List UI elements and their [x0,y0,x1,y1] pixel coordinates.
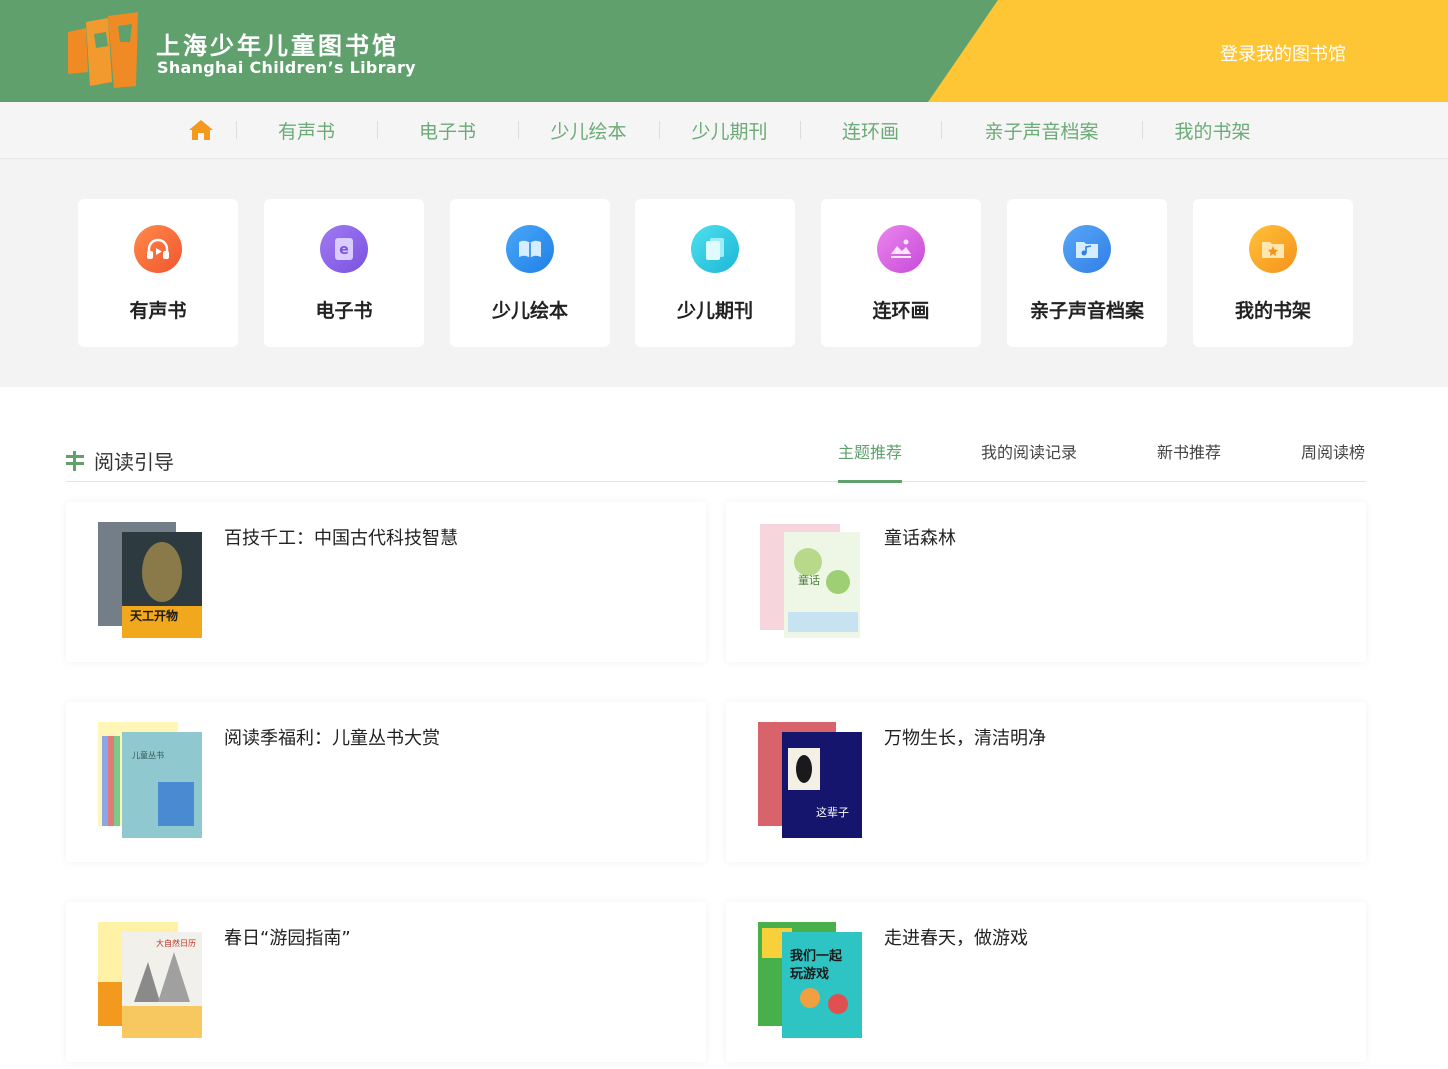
category-label: 少儿绘本 [491,300,568,322]
theme-card-title: 童话森林 [884,528,956,549]
svg-text:玩游戏: 玩游戏 [790,966,829,982]
ebook-icon: e [320,225,368,273]
site-header: 上海少年儿童图书馆 Shanghai Children’s Library 登录… [0,0,1448,102]
tab-reading-history[interactable]: 我的阅读记录 [981,439,1077,463]
category-label: 亲子声音档案 [1029,300,1144,322]
category-label: 电子书 [315,300,373,322]
journal-icon [691,225,739,273]
theme-card-title: 阅读季福利：儿童丛书大赏 [224,728,440,749]
svg-text:天工开物: 天工开物 [130,608,178,623]
tiangong-kaiwu-cover[interactable]: 天工开物 [98,522,202,638]
category-card-ebooks[interactable]: e 电子书 [264,199,424,347]
nav-item-my-shelf[interactable]: 我的书架 [1143,117,1283,144]
category-card-audiobooks[interactable]: 有声书 [78,199,238,347]
category-label: 有声书 [129,300,187,322]
active-tab-indicator [838,480,902,483]
reading-guide-header: 阅读引导 主题推荐 我的阅读记录 新书推荐 周阅读榜 [66,430,1366,483]
category-card-comics[interactable]: 连环画 [821,199,981,347]
headphones-icon [134,225,182,273]
nav-home[interactable] [166,119,236,141]
open-book-icon [506,225,554,273]
theme-card[interactable]: 这辈子 万物生长，清洁明净 [726,702,1366,862]
leaf-book-cover[interactable]: 这辈子 [758,722,862,838]
nav-item-ebooks[interactable]: 电子书 [378,117,518,144]
category-card-family-audio[interactable]: 亲子声音档案 [1007,199,1167,347]
svg-text:大自然日历: 大自然日历 [156,938,196,948]
svg-text:这辈子: 这辈子 [816,805,849,819]
home-icon [188,120,213,140]
category-label: 我的书架 [1234,300,1311,322]
category-label: 少儿期刊 [676,300,753,322]
tab-weekly-ranking[interactable]: 周阅读榜 [1301,439,1365,463]
picture-icon [877,225,925,273]
fairy-tale-cover[interactable]: 童话 [758,522,862,638]
nav-item-family-audio[interactable]: 亲子声音档案 [942,117,1142,144]
library-logo-icon[interactable] [64,12,140,90]
theme-card-title: 万物生长，清洁明净 [884,728,1046,749]
theme-card[interactable]: 天工开物 百技千工：中国古代科技智慧 [66,502,706,662]
category-card-my-shelf[interactable]: 我的书架 [1193,199,1353,347]
section-title: 阅读引导 [66,446,174,475]
category-label: 连环画 [872,300,930,322]
section-marker-icon [66,450,84,471]
audio-folder-icon [1063,225,1111,273]
star-folder-icon [1249,225,1297,273]
category-card-periodicals[interactable]: 少儿期刊 [635,199,795,347]
nav-item-picture-books[interactable]: 少儿绘本 [519,117,659,144]
theme-card-title: 百技千工：中国古代科技智慧 [224,528,458,549]
theme-card-title: 春日“游园指南” [224,928,351,949]
tab-theme-recommend[interactable]: 主题推荐 [838,439,902,463]
svg-text:童话: 童话 [798,573,820,587]
category-section: 有声书 e 电子书 少儿绘本 少儿期刊 连环画 亲子声音档案 我的书架 [0,159,1448,387]
svg-text:儿童丛书: 儿童丛书 [132,750,164,760]
main-nav: 有声书 电子书 少儿绘本 少儿期刊 连环画 亲子声音档案 我的书架 [0,102,1448,159]
header-yellow-panel [928,0,1448,102]
theme-card[interactable]: 童话 童话森林 [726,502,1366,662]
brand-name-en: Shanghai Children’s Library [157,58,416,77]
tab-new-books[interactable]: 新书推荐 [1157,439,1221,463]
nav-item-comics[interactable]: 连环画 [801,117,941,144]
nav-item-audiobooks[interactable]: 有声书 [237,117,377,144]
theme-card-title: 走进春天，做游戏 [884,928,1028,949]
svg-text:e: e [339,242,349,258]
brand-name-cn: 上海少年儿童图书馆 [156,32,399,60]
theme-card[interactable]: 大自然日历 春日“游园指南” [66,902,706,1062]
games-book-cover[interactable]: 我们一起 玩游戏 [758,922,862,1038]
book-series-cover[interactable]: 儿童丛书 [98,722,202,838]
svg-text:我们一起: 我们一起 [790,948,843,964]
nature-calendar-cover[interactable]: 大自然日历 [98,922,202,1038]
theme-card[interactable]: 儿童丛书 阅读季福利：儿童丛书大赏 [66,702,706,862]
nav-item-periodicals[interactable]: 少儿期刊 [660,117,800,144]
category-card-picture-books[interactable]: 少儿绘本 [450,199,610,347]
section-title-text: 阅读引导 [94,450,174,474]
theme-card[interactable]: 我们一起 玩游戏 走进春天，做游戏 [726,902,1366,1062]
login-link[interactable]: 登录我的图书馆 [1220,40,1346,66]
